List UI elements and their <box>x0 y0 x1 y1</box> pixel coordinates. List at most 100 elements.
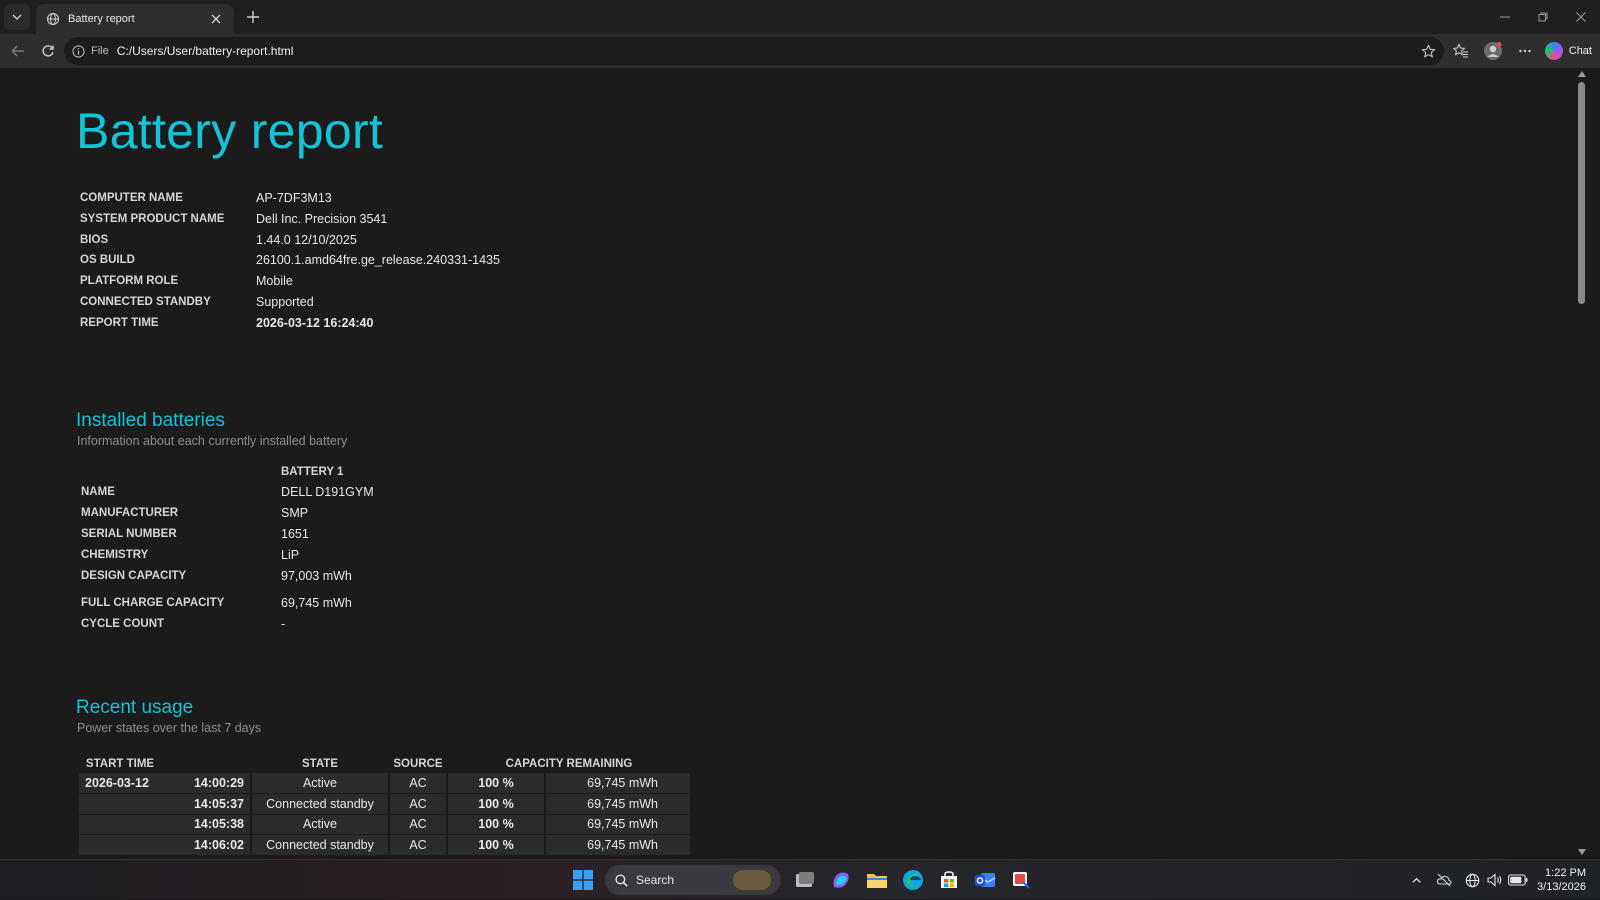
scrollbar-thumb[interactable] <box>1578 82 1585 304</box>
taskbar-file-explorer[interactable] <box>861 864 893 896</box>
battery-info-value: 69,745 mWh <box>281 596 352 610</box>
speaker-icon <box>1487 873 1502 887</box>
more-options-button[interactable] <box>1511 37 1539 65</box>
taskbar-task-view[interactable] <box>789 864 821 896</box>
system-info-label: OS BUILD <box>80 254 135 266</box>
battery-info-label: SERIAL NUMBER <box>81 528 177 540</box>
tab-bar: Battery report <box>0 0 1600 34</box>
source-cell: AC <box>389 834 448 856</box>
favorites-icon <box>1452 43 1468 58</box>
tab-title: Battery report <box>68 13 135 25</box>
system-info-value: Dell Inc. Precision 3541 <box>256 212 388 226</box>
favorites-button[interactable] <box>1447 37 1475 65</box>
recent-usage-table: START TIME STATE SOURCE CAPACITY REMAINI… <box>79 754 692 856</box>
tray-network[interactable] <box>1461 869 1483 891</box>
source-cell: AC <box>389 793 448 815</box>
tray-volume[interactable] <box>1484 869 1506 891</box>
cloud-off-icon <box>1436 873 1452 887</box>
capacity-percent-cell: 100 % <box>447 814 546 835</box>
battery-column-header: BATTERY 1 <box>281 466 344 478</box>
more-horizontal-icon <box>1519 49 1531 53</box>
back-button[interactable] <box>4 37 32 65</box>
installed-batteries-subtitle: Information about each currently install… <box>77 434 348 448</box>
capacity-mwh-cell: 69,745 mWh <box>545 814 692 835</box>
taskbar-m365-copilot[interactable] <box>825 864 857 896</box>
start-date: 2026-03-12 <box>85 776 149 790</box>
system-info-label: SYSTEM PRODUCT NAME <box>80 213 225 225</box>
system-info-value: AP-7DF3M13 <box>256 191 332 205</box>
arrow-left-icon <box>11 45 24 57</box>
capacity-percent-cell: 100 % <box>447 793 546 815</box>
recent-usage-subtitle: Power states over the last 7 days <box>77 721 262 735</box>
tab-actions-menu[interactable] <box>4 4 30 30</box>
source-cell: AC <box>389 814 448 835</box>
info-icon[interactable] <box>72 44 85 58</box>
table-row: 14:06:02 Connected standby AC 100 % 69,7… <box>79 834 692 856</box>
taskbar-clock[interactable]: 1:22 PM 3/13/2026 <box>1537 866 1586 894</box>
address-url[interactable]: C:/Users/User/battery-report.html <box>117 44 1421 58</box>
battery-info-table: BATTERY 1 NAME DELL D191GYM MANUFACTURER… <box>81 466 681 636</box>
browser-toolbar: File C:/Users/User/battery-report.html C… <box>0 34 1600 68</box>
copilot-chat-button[interactable]: Chat <box>1544 42 1592 60</box>
chat-label: Chat <box>1568 45 1592 57</box>
taskbar-search[interactable]: Search <box>605 865 781 895</box>
taskbar-apps: Search <box>567 864 1041 896</box>
start-time-cell: 14:06:02 <box>79 834 252 856</box>
edge-icon <box>903 870 923 890</box>
system-info-table: COMPUTER NAME AP-7DF3M13 SYSTEM PRODUCT … <box>80 191 680 342</box>
page-scrollbar[interactable] <box>1574 68 1588 858</box>
scroll-up-button[interactable] <box>1577 70 1586 78</box>
table-row: 14:05:38 Active AC 100 % 69,745 mWh <box>79 814 692 835</box>
new-tab-button[interactable] <box>240 4 266 30</box>
start-time: 14:05:37 <box>193 796 244 811</box>
battery-info-label: CYCLE COUNT <box>81 618 165 630</box>
folder-icon <box>867 874 887 888</box>
restore-button[interactable] <box>1524 0 1562 34</box>
state-cell: Connected standby <box>251 793 390 815</box>
address-bar[interactable]: File C:/Users/User/battery-report.html <box>64 37 1444 65</box>
copilot-icon <box>1544 42 1563 60</box>
start-time: 14:00:29 <box>193 776 244 790</box>
battery-info-label: DESIGN CAPACITY <box>81 570 187 582</box>
minimize-icon <box>1500 16 1510 18</box>
close-icon <box>1576 12 1586 22</box>
address-scheme-label: File <box>91 45 109 57</box>
windows-logo-icon <box>573 870 593 890</box>
minimize-button[interactable] <box>1486 0 1524 34</box>
system-info-label: COMPUTER NAME <box>80 192 183 204</box>
restore-icon <box>1538 12 1548 22</box>
system-tray: 1:22 PM 3/13/2026 <box>1404 860 1592 900</box>
scroll-down-button[interactable] <box>1577 848 1586 856</box>
page-title: Battery report <box>76 103 384 159</box>
taskbar-outlook[interactable] <box>969 864 1001 896</box>
refresh-button[interactable] <box>34 37 62 65</box>
system-info-value: 1.44.0 12/10/2025 <box>256 233 357 247</box>
start-time-cell: 14:05:38 <box>79 814 252 835</box>
caret-down-icon <box>1577 849 1586 855</box>
page-viewport: Battery report COMPUTER NAME AP-7DF3M13 … <box>4 68 1588 858</box>
globe-network-icon <box>1465 873 1479 887</box>
tray-battery[interactable] <box>1507 869 1529 891</box>
start-button[interactable] <box>567 864 599 896</box>
table-row: 14:05:37 Connected standby AC 100 % 69,7… <box>79 793 692 815</box>
snipping-tool-icon <box>1013 872 1030 889</box>
tray-network-off[interactable] <box>1433 869 1455 891</box>
column-header-state: STATE <box>302 757 338 770</box>
plus-icon <box>247 11 259 23</box>
tab-close-button[interactable] <box>208 11 224 27</box>
system-info-label: PLATFORM ROLE <box>80 275 179 287</box>
system-info-value: Mobile <box>256 274 293 288</box>
taskbar-microsoft-store[interactable] <box>933 864 965 896</box>
chevron-up-icon <box>1411 877 1421 883</box>
close-window-button[interactable] <box>1562 0 1600 34</box>
capacity-percent-cell: 100 % <box>447 834 546 856</box>
tab-battery-report[interactable]: Battery report <box>36 4 234 34</box>
taskbar-edge[interactable] <box>897 864 929 896</box>
star-icon[interactable] <box>1421 43 1436 59</box>
search-highlight-image <box>733 870 771 890</box>
start-time: 14:06:02 <box>193 837 244 852</box>
show-hidden-icons-button[interactable] <box>1405 869 1427 891</box>
refresh-icon <box>42 45 54 57</box>
taskbar-snipping-tool[interactable] <box>1005 864 1037 896</box>
profile-button[interactable] <box>1479 37 1507 65</box>
